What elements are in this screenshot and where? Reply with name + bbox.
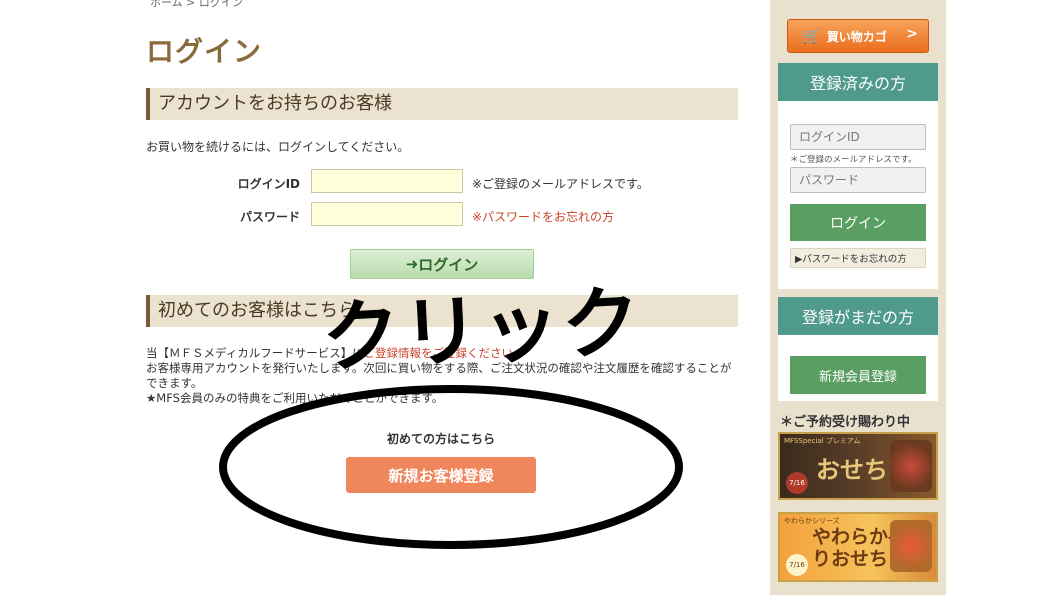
osechi-dish-image — [890, 520, 932, 572]
banner-title: おせち — [816, 455, 888, 484]
banner-subtitle: MFSSpecial プレミアム — [784, 437, 861, 445]
chevron-right-icon: > — [906, 26, 918, 42]
banner-date-badge: 7/16 — [786, 472, 808, 494]
first-time-label: 初めての方はこちら — [386, 432, 495, 446]
cart-icon: 🛒 — [802, 27, 821, 45]
new-customer-register-button[interactable]: 新規お客様登録 — [346, 457, 536, 493]
login-id-note: ※ご登録のメールアドレスです。 — [472, 177, 649, 191]
login-button[interactable]: ➜ ログイン — [350, 249, 534, 279]
section-heading-account: アカウントをお持ちのお客様 — [146, 88, 738, 120]
sidebar-register-button[interactable]: 新規会員登録 — [790, 356, 926, 394]
cart-button[interactable]: 🛒 買い物カゴ > — [787, 19, 929, 53]
sidebar-login-id-note: ＊ご登録のメールアドレスです。 — [790, 155, 917, 165]
login-button-label: ログイン — [418, 255, 479, 274]
banner-date-badge: 7/16 — [786, 554, 808, 576]
osechi-dish-image — [890, 440, 932, 492]
sidebar-login-id-input[interactable]: ログインID — [790, 124, 926, 150]
sign-in-icon: ➜ — [405, 255, 419, 273]
password-input[interactable] — [311, 202, 463, 226]
login-id-input[interactable] — [311, 169, 463, 193]
page-margin — [946, 0, 1041, 595]
description-line-3: ★MFS会員のみの特典をご利用いただくことができます。 — [146, 391, 444, 405]
sidebar-registered-heading: 登録済みの方 — [778, 63, 938, 101]
page-title: ログイン — [146, 35, 263, 68]
login-intro-text: お買い物を続けるには、ログインしてください。 — [146, 140, 410, 154]
cart-button-label: 買い物カゴ — [826, 29, 887, 44]
description-line-2: お客様専用アカウントを発行いたします。次回に買い物をする際、ご注文状況の確認や注… — [146, 361, 732, 390]
first-time-description: 当【ＭＦＳメディカルフードサービス】にご登録情報をご登録ください お客様専用アカ… — [146, 346, 736, 406]
sidebar-password-input[interactable]: パスワード — [790, 167, 926, 193]
description-line-1: 当【ＭＦＳメディカルフードサービス】にご登録情報をご登録ください — [146, 346, 513, 360]
sidebar-forgot-password-link[interactable]: ▶パスワードをお忘れの方 — [790, 248, 926, 268]
yawaraka-osechi-banner[interactable]: やわらかシリーズ やわらか手作りおせち 7/16 — [778, 512, 938, 582]
reserve-title: ＊ご予約受け賜わり中 — [780, 415, 911, 430]
breadcrumb[interactable]: ホーム > ログイン — [150, 0, 243, 10]
sidebar-unregistered-heading: 登録がまだの方 — [778, 297, 938, 335]
section-heading-first-time: 初めてのお客様はこちら — [146, 295, 738, 327]
sidebar-login-button[interactable]: ログイン — [790, 204, 926, 241]
banner-subtitle: やわらかシリーズ — [784, 517, 840, 525]
osechi-premium-banner[interactable]: MFSSpecial プレミアム おせち 7/16 — [778, 432, 938, 500]
main-content: ホーム > ログイン ログイン アカウントをお持ちのお客様 お買い物を続けるには… — [0, 0, 770, 595]
login-id-label: ログインID — [237, 177, 300, 191]
register-info-link[interactable]: ご登録情報をご登録ください — [363, 346, 513, 360]
forgot-password-link[interactable]: ※パスワードをお忘れの方 — [472, 208, 614, 225]
password-label: パスワード — [239, 210, 300, 224]
